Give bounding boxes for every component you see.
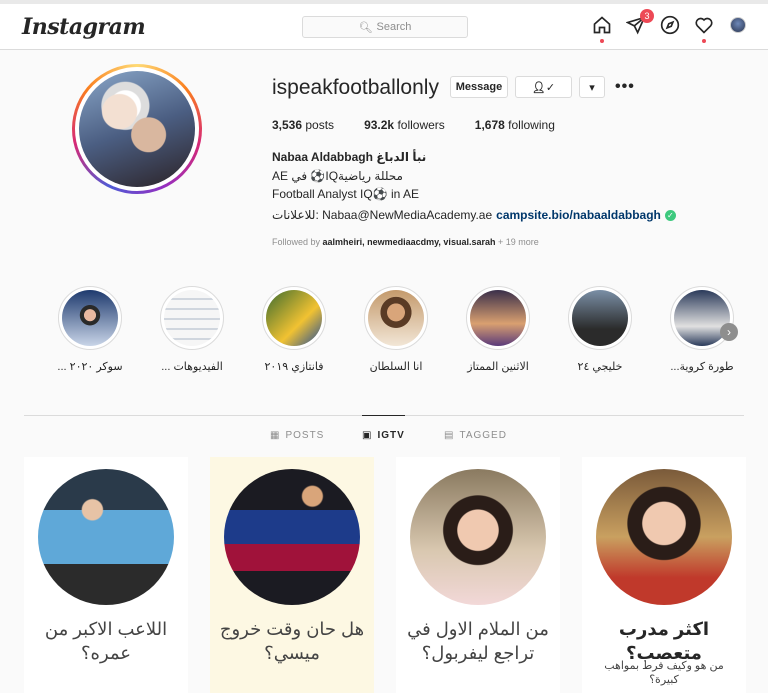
explore-icon[interactable] <box>660 15 680 35</box>
posts-label: posts <box>305 118 335 132</box>
igtv-subtitle: من هو وكيف فرط بمواهب كبيرة؟ <box>604 660 724 686</box>
heart-notification-dot <box>702 39 706 43</box>
profile-full-name: Nabaa Aldabbagh نبأ الدباغ <box>272 150 427 164</box>
heart-icon[interactable] <box>694 15 714 43</box>
highlight-label: انا السلطان <box>369 361 423 373</box>
igtv-title: اللاعب الاكبر من عمره؟ <box>44 619 168 663</box>
igtv-title: من الملام الاول في تراجع ليفربول؟ <box>407 619 549 663</box>
posts-stat: 3,536 posts <box>272 118 334 132</box>
profile-avatar-icon[interactable] <box>728 15 748 35</box>
instagram-logo[interactable]: Instagram <box>22 14 146 40</box>
followers-label: followers <box>397 118 445 132</box>
top-navbar: Instagram 🔍︎ Search 3 <box>0 0 768 50</box>
highlight-label: الاثنين الممتاز <box>467 361 529 373</box>
chevron-right-icon[interactable]: › <box>720 323 738 341</box>
followed-by-names: aalmheiri, newmediaacdmy, visual.sarah <box>322 237 496 247</box>
highlight-label: ... سوكر ٢٠٢٠ <box>57 361 123 373</box>
igtv-title: اكثر مدرب متعصب؟ <box>618 619 710 663</box>
bio-link[interactable]: campsite.bio/nabaaldabbagh <box>496 208 661 222</box>
tab-igtv-label: IGTV <box>377 430 405 441</box>
highlight-item[interactable]: فانتازي ٢٠١٩ <box>254 286 334 373</box>
posts-count: 3,536 <box>272 118 303 132</box>
highlight-item[interactable]: خليجي ٢٤ <box>560 286 640 373</box>
followed-by-more: + 19 more <box>497 237 539 247</box>
following-label: following <box>508 118 555 132</box>
highlight-label: ...طورة كروية <box>670 361 734 373</box>
igtv-thumbnail <box>596 469 732 605</box>
igtv-video-card[interactable]: من الملام الاول في تراجع ليفربول؟ <box>396 457 560 693</box>
search-input[interactable]: 🔍︎ Search <box>302 16 468 38</box>
suggested-dropdown-button[interactable]: ▾ <box>579 76 605 98</box>
highlight-label: فانتازي ٢٠١٩ <box>264 361 324 373</box>
home-notification-dot <box>600 39 604 43</box>
igtv-video-card[interactable]: اكثر مدرب متعصب؟ من هو وكيف فرط بمواهب ك… <box>582 457 746 693</box>
options-more-icon[interactable]: ••• <box>615 78 635 96</box>
tag-icon: ▤ <box>444 430 455 441</box>
followers-stat[interactable]: 93.2k followers <box>364 118 445 132</box>
tab-tagged-label: TAGGED <box>459 430 507 441</box>
highlight-label: خليجي ٢٤ <box>577 361 623 373</box>
profile-tabs: ▦ POSTS ▣ IGTV ▤ TAGGED <box>0 415 768 456</box>
tab-tagged[interactable]: ▤ TAGGED <box>444 430 507 441</box>
home-icon[interactable] <box>592 15 612 43</box>
highlight-cover <box>368 290 424 346</box>
direct-icon[interactable]: 3 <box>626 9 654 35</box>
tab-posts[interactable]: ▦ POSTS <box>270 430 324 441</box>
message-button[interactable]: Message <box>450 76 508 98</box>
verified-icon: ✓ <box>664 209 676 221</box>
highlight-item[interactable]: انا السلطان <box>356 286 436 373</box>
profile-picture-frame <box>75 67 199 191</box>
highlight-cover <box>266 290 322 346</box>
profile-picture-story-ring[interactable] <box>72 64 202 194</box>
avatar <box>730 17 746 33</box>
highlight-cover <box>572 290 628 346</box>
highlight-cover <box>470 290 526 346</box>
tab-igtv[interactable]: ▣ IGTV <box>362 415 405 441</box>
highlight-cover <box>62 290 118 346</box>
igtv-icon: ▣ <box>362 430 373 441</box>
followed-by-prefix: Followed by <box>272 237 321 247</box>
bio-contact: للاعلانات: Nabaa@NewMediaAcademy.ae <box>272 208 493 222</box>
profile-picture <box>79 71 195 187</box>
following-stat[interactable]: 1,678 following <box>475 118 555 132</box>
grid-icon: ▦ <box>270 430 281 441</box>
igtv-video-card[interactable]: هل حان وقت خروج ميسي؟ <box>210 457 374 693</box>
tab-posts-label: POSTS <box>285 430 325 441</box>
igtv-thumbnail <box>410 469 546 605</box>
followers-count: 93.2k <box>364 118 395 132</box>
bio-line-3: للاعلانات: Nabaa@NewMediaAcademy.ae camp… <box>272 208 676 222</box>
bio-line-1: AE في ⚽IQمحللة رياضية <box>272 169 403 183</box>
igtv-title: هل حان وقت خروج ميسي؟ <box>219 619 365 663</box>
followed-by-text[interactable]: Followed by aalmheiri, newmediaacdmy, vi… <box>272 237 539 247</box>
highlight-item[interactable]: ... الفيديوهات <box>152 286 232 373</box>
following-count: 1,678 <box>474 118 505 132</box>
igtv-thumbnail <box>38 469 174 605</box>
nav-icons: 3 <box>592 9 748 43</box>
igtv-video-card[interactable]: اللاعب الاكبر من عمره؟ <box>24 457 188 693</box>
activity-badge: 3 <box>640 9 654 23</box>
profile-stats: 3,536 posts 93.2k followers 1,678 follow… <box>272 118 585 132</box>
highlight-item[interactable]: الاثنين الممتاز <box>458 286 538 373</box>
highlight-label: ... الفيديوهات <box>161 361 223 373</box>
following-button[interactable]: 👤︎✓ <box>515 76 572 98</box>
igtv-thumbnail <box>224 469 360 605</box>
profile-username: ispeakfootballonly <box>272 76 439 99</box>
person-check-icon: 👤︎✓ <box>531 81 556 94</box>
bio-line-2: Football Analyst IQ⚽ in AE <box>272 187 420 201</box>
caret-down-icon: ▾ <box>589 81 595 94</box>
highlight-cover <box>164 290 220 346</box>
search-placeholder: Search <box>376 21 412 33</box>
highlight-item[interactable]: ... سوكر ٢٠٢٠ <box>50 286 130 373</box>
search-icon: 🔍︎ <box>358 21 373 34</box>
story-highlights: ... سوكر ٢٠٢٠ ... الفيديوهات فانتازي ٢٠١… <box>50 286 750 376</box>
